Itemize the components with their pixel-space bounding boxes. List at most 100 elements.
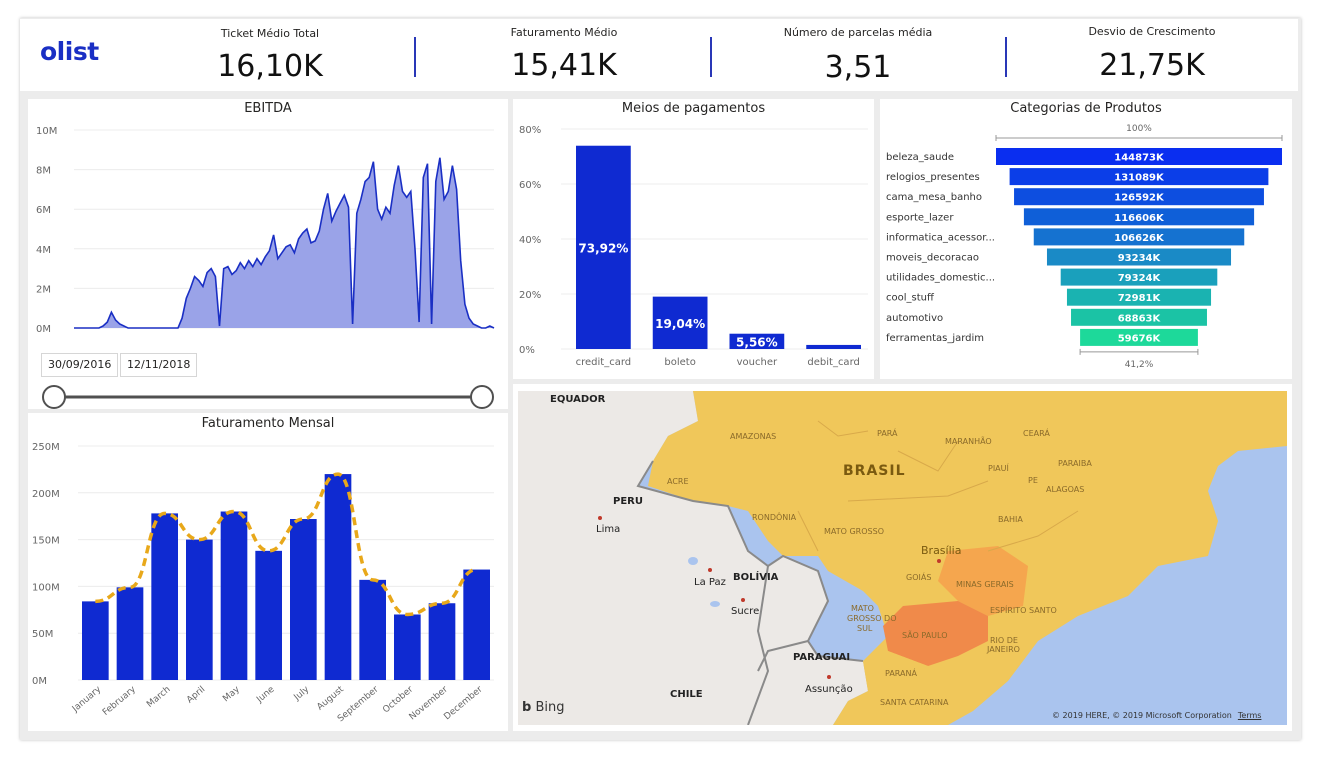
kpi-value-parcelas: 3,51	[824, 50, 892, 85]
date-start-input[interactable]: 30/09/2016	[41, 353, 119, 377]
ebitda-ytick-label: 2M	[36, 284, 51, 295]
map-label-lima: Lima	[596, 524, 620, 535]
map-copyright: © 2019 HERE, © 2019 Microsoft Corporatio…	[1052, 711, 1232, 720]
revenue-chart: 250M 200M 150M 100M 50M 0M JanuaryFebruary Marc…	[32, 442, 494, 724]
funnel-data-label: 93234K	[1118, 253, 1162, 264]
map-label-amazonas: AMAZONAS	[730, 432, 776, 441]
map-label-santacatarina: SANTA CATARINA	[880, 698, 949, 707]
ebitda-ytick-label: 10M	[36, 126, 57, 137]
revenue-bar	[255, 550, 282, 680]
revenue-bar	[359, 579, 386, 680]
date-end-input[interactable]: 12/11/2018	[120, 353, 198, 377]
funnel-data-label: 68863K	[1118, 313, 1162, 324]
kpi-label-desvio: Desvio de Crescimento	[1088, 25, 1216, 38]
map-label-alagoas: ALAGOAS	[1046, 485, 1084, 494]
revenue-bar	[463, 569, 490, 680]
revenue-xtick-label: August	[315, 684, 346, 712]
map-label-parana: PARANÁ	[885, 667, 917, 678]
payments-title: Meios de pagamentos	[621, 101, 766, 116]
map[interactable]: EQUADOR PERU BOLÍVIA PARAGUAI CHILE Lima…	[518, 391, 1287, 725]
map-label-sucre: Sucre	[731, 606, 759, 617]
payments-bar	[806, 344, 861, 349]
payments-xtick-label: voucher	[737, 357, 778, 368]
payments-ytick-label: 40%	[519, 235, 541, 246]
revenue-bar	[116, 587, 144, 680]
city-dot-sucre	[741, 598, 745, 602]
kpi-label-parcelas: Número de parcelas média	[783, 26, 933, 39]
map-label-bahia: BAHIA	[998, 515, 1023, 524]
map-label-rio-2: JANEIRO	[986, 645, 1020, 654]
map-label-ceara: CEARÁ	[1023, 427, 1050, 438]
ebitda-ytick-label: 0M	[36, 324, 51, 335]
payments-data-label: 5,56%	[736, 336, 778, 350]
date-range-slider[interactable]	[36, 383, 506, 413]
lake	[688, 557, 698, 565]
funnel-data-label: 144873K	[1114, 153, 1165, 164]
map-label-equador: EQUADOR	[550, 394, 606, 405]
payments-data-label: 73,92%	[578, 241, 628, 255]
revenue-xtick-label: January	[70, 684, 104, 715]
payments-ytick-label: 80%	[519, 125, 541, 136]
revenue-bar	[151, 513, 178, 680]
payments-xtick-label: boleto	[664, 357, 695, 368]
revenue-bar	[394, 614, 421, 680]
map-label-assuncao: Assunção	[805, 684, 853, 695]
map-label-bolivia: BOLÍVIA	[733, 570, 779, 583]
revenue-xtick-label: June	[254, 684, 277, 705]
funnel-top-label: 100%	[1126, 124, 1152, 134]
map-label-maranhao: MARANHÃO	[945, 436, 992, 446]
revenue-xtick-label: May	[221, 684, 242, 704]
map-label-matogrosso: MATO GROSSO	[824, 527, 884, 536]
funnel-data-label: 59676K	[1118, 333, 1162, 344]
kpi-value-faturamento: 15,41K	[511, 48, 617, 83]
revenue-ytick-label: 200M	[32, 489, 60, 500]
slider-handle-end[interactable]	[470, 385, 494, 409]
funnel-category-label: beleza_saude	[886, 152, 954, 163]
map-attribution: © 2019 HERE, © 2019 Microsoft Corporatio…	[1052, 711, 1261, 720]
revenue-bar	[186, 539, 213, 680]
revenue-title: Faturamento Mensal	[201, 416, 335, 431]
map-label-lapaz: La Paz	[694, 577, 726, 588]
map-label-acre: ACRE	[667, 477, 689, 486]
revenue-xtick-label: March	[145, 685, 172, 710]
city-dot-brasilia	[937, 559, 941, 563]
map-label-mgs-3: SUL	[857, 624, 873, 633]
revenue-bar	[220, 511, 248, 680]
olist-logo: olist	[40, 37, 99, 66]
funnel-data-label: 116606K	[1114, 213, 1165, 224]
map-label-para: PARÁ	[877, 427, 898, 438]
revenue-ytick-label: 50M	[32, 629, 53, 640]
bing-logo: b Bing	[522, 700, 564, 715]
map-terms-link[interactable]: Terms	[1238, 711, 1262, 720]
map-label-goias: GOIÁS	[906, 571, 931, 582]
ebitda-ytick-label: 8M	[36, 166, 51, 177]
map-label-paraiba: PARAIBA	[1058, 459, 1092, 468]
payments-ytick-label: 0%	[519, 345, 535, 356]
revenue-bar	[82, 601, 109, 680]
revenue-bar	[324, 474, 352, 680]
map-label-mgs-1: MATO	[851, 604, 874, 613]
slider-handle-start[interactable]	[42, 385, 66, 409]
funnel-data-label: 72981K	[1118, 293, 1162, 304]
funnel-category-label: cool_stuff	[886, 293, 935, 304]
payments-data-label: 19,04%	[655, 317, 705, 331]
bing-label: Bing	[535, 700, 565, 715]
map-label-chile: CHILE	[670, 689, 703, 700]
funnel-category-label: esporte_lazer	[886, 212, 954, 223]
funnel-data-label: 106626K	[1114, 233, 1165, 244]
kpi-label-ticket: Ticket Médio Total	[220, 27, 320, 40]
city-dot-lapaz	[708, 568, 712, 572]
map-label-brasilia: Brasília	[921, 544, 961, 557]
funnel-data-label: 126592K	[1114, 193, 1165, 204]
funnel-bottom-label: 41,2%	[1125, 360, 1154, 370]
map-label-rondonia: RONDÔNIA	[752, 511, 797, 522]
funnel-data-label: 131089K	[1114, 173, 1165, 184]
revenue-bar	[428, 603, 456, 680]
map-label-minas: MINAS GERAIS	[956, 580, 1014, 589]
map-label-piaui: PIAUÍ	[988, 462, 1010, 473]
payments-xtick-label: debit_card	[807, 357, 859, 368]
kpi-separator	[414, 37, 416, 77]
kpi-separator	[710, 37, 712, 77]
funnel-category-label: moveis_decoracao	[886, 253, 979, 264]
funnel-category-label: utilidades_domestic...	[886, 273, 995, 284]
